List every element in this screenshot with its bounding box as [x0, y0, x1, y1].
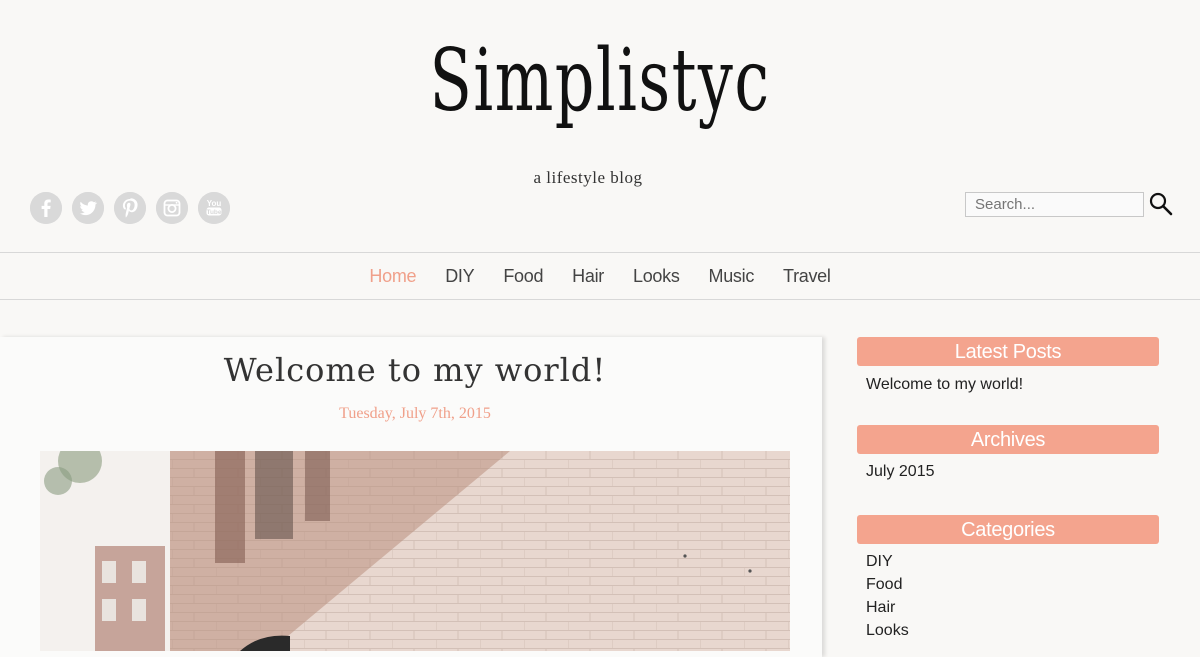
- nav-item-hair[interactable]: Hair: [572, 266, 604, 287]
- site-title[interactable]: Simplistyc: [168, 26, 1032, 136]
- widget-title-latest-posts: Latest Posts: [857, 337, 1159, 366]
- sidebar: Latest Posts Welcome to my world! Archiv…: [857, 337, 1159, 642]
- nav-item-food[interactable]: Food: [503, 266, 543, 287]
- category-link-diy[interactable]: DIY: [857, 550, 1159, 573]
- svg-text:You: You: [207, 199, 222, 208]
- twitter-icon[interactable]: [72, 192, 104, 224]
- widget-archives: Archives July 2015: [857, 425, 1159, 515]
- search-input[interactable]: [965, 191, 1144, 217]
- main-nav: Home DIY Food Hair Looks Music Travel: [0, 252, 1200, 300]
- nav-item-looks[interactable]: Looks: [633, 266, 680, 287]
- widget-latest-posts: Latest Posts Welcome to my world!: [857, 337, 1159, 425]
- instagram-icon[interactable]: [156, 192, 188, 224]
- nav-item-diy[interactable]: DIY: [445, 266, 474, 287]
- category-link-looks[interactable]: Looks: [857, 619, 1159, 642]
- nav-item-music[interactable]: Music: [709, 266, 755, 287]
- category-link-hair[interactable]: Hair: [857, 596, 1159, 619]
- site-tagline: a lifestyle blog: [533, 168, 643, 187]
- archive-link[interactable]: July 2015: [857, 460, 1159, 483]
- widget-categories: Categories DIY Food Hair Looks: [857, 515, 1159, 642]
- widget-title-archives: Archives: [857, 425, 1159, 454]
- youtube-icon[interactable]: You Tube: [198, 192, 230, 224]
- nav-item-travel[interactable]: Travel: [783, 266, 831, 287]
- post-date: Tuesday, July 7th, 2015: [339, 405, 491, 422]
- facebook-icon[interactable]: [30, 192, 62, 224]
- social-icons: You Tube: [30, 192, 230, 224]
- category-link-food[interactable]: Food: [857, 573, 1159, 596]
- pinterest-icon[interactable]: [114, 192, 146, 224]
- post-card: Welcome to my world! Tuesday, July 7th, …: [0, 337, 822, 657]
- widget-title-categories: Categories: [857, 515, 1159, 544]
- nav-item-home[interactable]: Home: [369, 266, 416, 287]
- search-icon[interactable]: [1148, 191, 1174, 217]
- post-featured-image[interactable]: [40, 451, 790, 651]
- search-form: [965, 191, 1174, 217]
- svg-text:Tube: Tube: [206, 209, 221, 216]
- post-title[interactable]: Welcome to my world!: [0, 351, 830, 389]
- latest-post-link[interactable]: Welcome to my world!: [857, 373, 1159, 396]
